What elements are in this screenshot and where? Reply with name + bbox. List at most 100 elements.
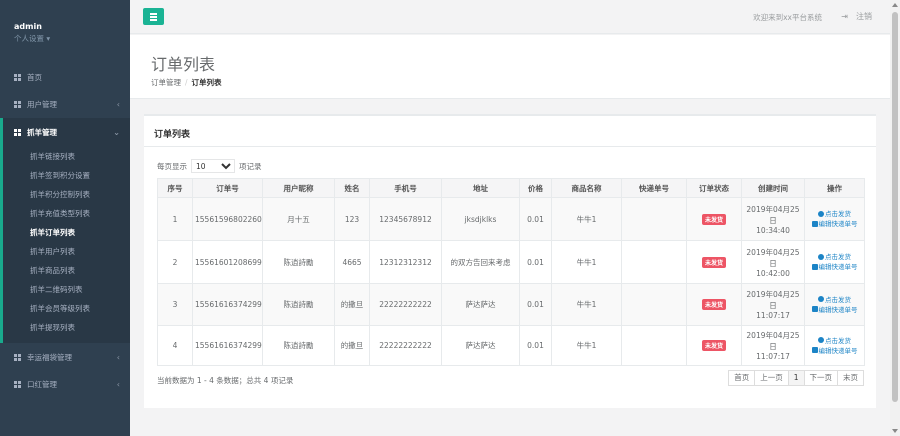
column-header[interactable]: 商品名称 [551, 178, 622, 198]
cell-actions: 点击发货 编辑快递单号 [804, 197, 865, 241]
cell-express [621, 197, 687, 241]
status-badge: 未发货 [701, 213, 726, 225]
menu-toggle-button[interactable] [143, 8, 164, 25]
ship-button[interactable]: 点击发货 [807, 295, 862, 305]
column-header[interactable]: 用户昵称 [262, 178, 335, 198]
column-header[interactable]: 姓名 [334, 178, 370, 198]
cell-no: 4 [157, 325, 193, 366]
column-header[interactable]: 操作 [804, 178, 865, 198]
submenu-item-goods[interactable]: 抓羊商品列表 [30, 265, 75, 276]
column-header[interactable]: 快递单号 [621, 178, 687, 198]
page-length-select[interactable]: 10 [191, 159, 235, 173]
logout-link[interactable]: 注销 [856, 11, 872, 22]
cell-status: 未发货 [686, 240, 742, 284]
column-header[interactable]: 订单状态 [686, 178, 742, 198]
page-scrollbar[interactable] [890, 0, 900, 436]
edit-icon [811, 306, 818, 312]
cell-actions: 点击发货 编辑快递单号 [804, 240, 865, 284]
ship-button[interactable]: 点击发货 [807, 336, 862, 346]
cell-express [621, 325, 687, 366]
cell-no: 3 [157, 283, 193, 326]
check-circle-icon [818, 253, 824, 260]
cell-order-no: 15561616374299 [192, 283, 263, 326]
edit-express-button[interactable]: 编辑快递单号 [807, 346, 862, 356]
cell-address: 萨达萨达 [441, 325, 520, 366]
sidebar-item-label: 抓羊管理 [27, 127, 57, 137]
cell-price: 0.01 [519, 283, 552, 326]
orders-table: 序号 订单号 用户昵称 姓名 手机号 地址 价格 商品名称 快递单号 订单状态 … [157, 178, 865, 366]
column-header[interactable]: 序号 [157, 178, 193, 198]
sidebar-item-users[interactable]: 用户管理 ‹ [0, 91, 130, 117]
breadcrumb-parent[interactable]: 订单管理 [151, 78, 181, 87]
column-header[interactable]: 订单号 [192, 178, 263, 198]
created-date: 2019年04月25日 [746, 247, 800, 268]
profile: admin 个人设置 ▾ [0, 0, 130, 60]
table-info: 当前数据为 1 - 4 条数据；总共 4 项记录 [157, 376, 294, 385]
scroll-down-arrow-icon[interactable] [892, 429, 898, 433]
pager-page-1[interactable]: 1 [787, 370, 805, 386]
submenu-item-withdrawals[interactable]: 抓羊提现列表 [30, 322, 75, 333]
ship-button[interactable]: 点击发货 [807, 209, 862, 219]
page-length-prefix: 每页显示 [157, 161, 187, 171]
submenu-item-users[interactable]: 抓羊用户列表 [30, 246, 75, 257]
submenu-item-member-levels[interactable]: 抓羊会员等级列表 [30, 303, 90, 314]
sidebar-item-home[interactable]: 首页 [0, 64, 130, 90]
submenu-item-orders[interactable]: 抓羊订单列表 [30, 227, 75, 238]
grid-icon [14, 128, 22, 136]
cell-price: 0.01 [519, 197, 552, 241]
table-header-row: 序号 订单号 用户昵称 姓名 手机号 地址 价格 商品名称 快递单号 订单状态 … [157, 178, 865, 198]
cell-goods: 牛牛1 [551, 240, 622, 284]
edit-express-button[interactable]: 编辑快递单号 [807, 305, 862, 315]
created-time: 10:42:00 [756, 268, 790, 278]
pager-first[interactable]: 首页 [728, 370, 756, 386]
cell-express [621, 283, 687, 326]
column-header[interactable]: 地址 [441, 178, 520, 198]
cell-name: 的撒旦 [334, 283, 370, 326]
edit-express-button[interactable]: 编辑快递单号 [807, 219, 862, 229]
submenu-item-recharge-types[interactable]: 抓羊充值类型列表 [30, 208, 90, 219]
pager-last[interactable]: 末页 [837, 370, 864, 386]
edit-express-button[interactable]: 编辑快递单号 [807, 262, 862, 272]
scroll-up-arrow-icon[interactable] [892, 3, 898, 7]
column-header[interactable]: 手机号 [369, 178, 442, 198]
cell-name: 123 [334, 197, 370, 241]
personal-settings-dropdown[interactable]: 个人设置 ▾ [14, 33, 130, 44]
sidebar-item-lipstick[interactable]: 口红管理 ‹ [0, 371, 130, 397]
chevron-left-icon: ‹ [116, 379, 120, 389]
sidebar-item-lucky-bag[interactable]: 幸运福袋管理 ‹ [0, 344, 130, 370]
chevron-down-icon: ⌄ [113, 127, 120, 137]
cell-created: 2019年04月25日 10:42:00 [741, 240, 805, 284]
submenu-item-links[interactable]: 抓羊链接列表 [30, 151, 75, 162]
grid-icon [14, 100, 22, 108]
pager-next[interactable]: 下一页 [803, 370, 838, 386]
edit-label: 编辑快递单号 [818, 305, 858, 314]
pager-prev[interactable]: 上一页 [754, 370, 789, 386]
cell-address: 萨达萨达 [441, 283, 520, 326]
column-header[interactable]: 创建时间 [741, 178, 805, 198]
check-circle-icon [818, 296, 824, 302]
ship-label: 点击发货 [825, 336, 851, 345]
submenu-item-points-control[interactable]: 抓羊积分控制列表 [30, 189, 90, 200]
cell-name: 4665 [334, 240, 370, 284]
cell-actions: 点击发货 编辑快递单号 [804, 325, 865, 366]
hamburger-icon [150, 13, 157, 15]
cell-price: 0.01 [519, 240, 552, 284]
cell-order-no: 15561616374299 [192, 325, 263, 366]
cell-address: 的双方告回来考虑 [441, 240, 520, 284]
column-header[interactable]: 价格 [519, 178, 552, 198]
created-time: 11:07:17 [756, 352, 790, 361]
cell-status: 未发货 [686, 197, 742, 241]
sheep-submenu: 抓羊链接列表 抓羊签到积分设置 抓羊积分控制列表 抓羊充值类型列表 抓羊订单列表… [0, 146, 130, 343]
submenu-item-qrcodes[interactable]: 抓羊二维码列表 [30, 284, 83, 295]
cell-no: 1 [157, 197, 193, 241]
submenu-item-signin-points[interactable]: 抓羊签到积分设置 [30, 170, 90, 181]
scrollbar-thumb[interactable] [892, 12, 898, 402]
cell-actions: 点击发货 编辑快递单号 [804, 283, 865, 326]
sidebar-item-sheep[interactable]: 抓羊管理 ⌄ [0, 118, 130, 146]
grid-icon [14, 353, 22, 361]
cell-nickname: 陈逍詩勵 [262, 283, 335, 326]
sidebar: admin 个人设置 ▾ 首页 用户管理 ‹ 抓羊管理 ⌄ 抓羊链接列表 抓羊签… [0, 0, 130, 436]
cell-created: 2019年04月25日 11:07:17 [741, 325, 805, 366]
sidebar-item-label: 首页 [27, 72, 42, 82]
ship-button[interactable]: 点击发货 [807, 252, 862, 262]
